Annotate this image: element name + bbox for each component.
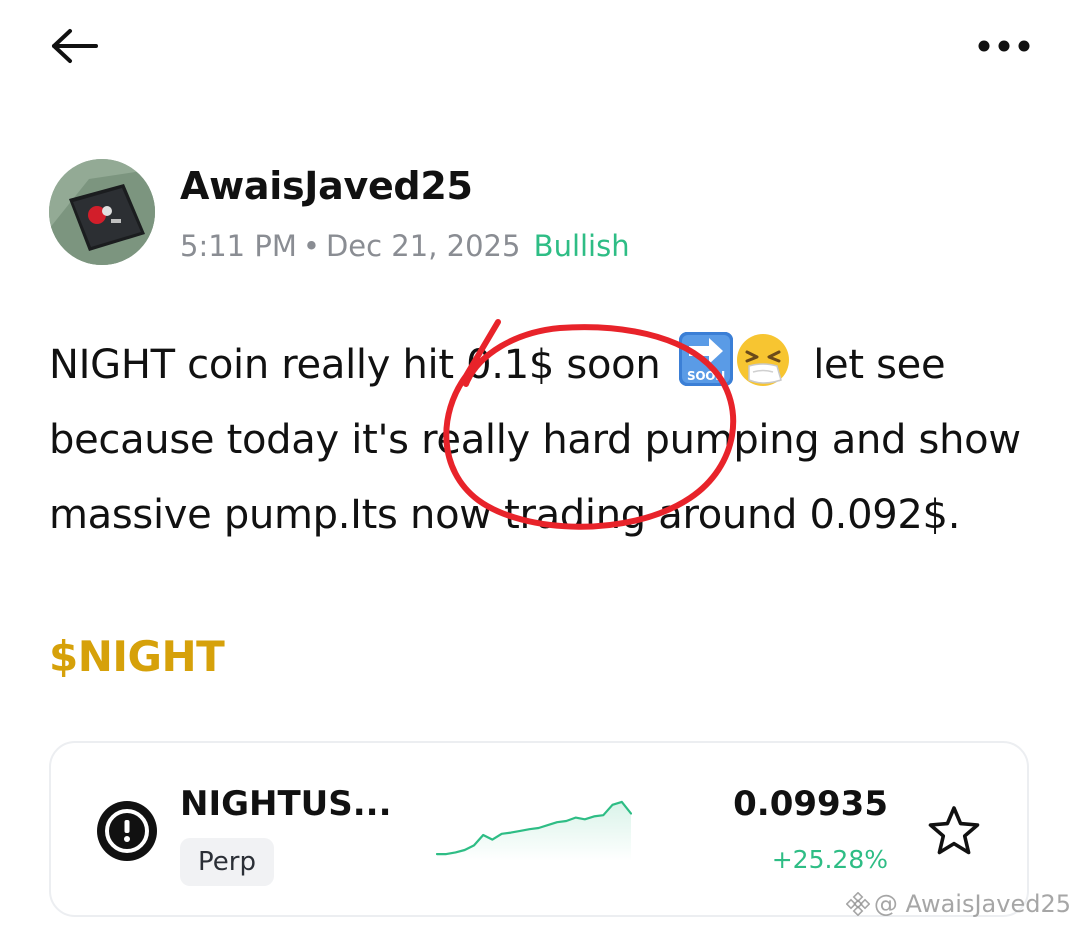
watermark: @ AwaisJaved25 <box>845 890 1071 918</box>
author-name[interactable]: AwaisJaved25 <box>180 164 473 208</box>
ticker-price: 0.09935 <box>733 784 888 824</box>
night-token-icon <box>96 800 158 862</box>
more-horizontal-icon <box>978 40 1030 52</box>
sparkline-area <box>437 801 631 861</box>
post-body: NIGHT coin really hit 0.1$ soon SOON let… <box>49 328 1049 553</box>
star-outline-icon <box>928 806 980 855</box>
soon-arrow-emoji: SOON <box>678 332 733 386</box>
avatar[interactable] <box>49 159 155 265</box>
binance-logo-icon <box>845 891 871 917</box>
sneezing-face-emoji <box>735 332 791 388</box>
arrow-left-icon <box>52 29 98 63</box>
price-change: +25.28% <box>771 845 888 874</box>
post-date: Dec 21, 2025 <box>325 229 521 263</box>
post-text-part1: NIGHT coin really hit 0.1$ soon <box>49 342 673 388</box>
ticker-symbol: NIGHTUS... <box>180 784 392 824</box>
watermark-text: @ AwaisJaved25 <box>873 890 1071 918</box>
svg-text:SOON: SOON <box>687 369 725 383</box>
favorite-button[interactable] <box>926 804 982 858</box>
back-button[interactable] <box>50 26 100 66</box>
sentiment-badge: Bullish <box>533 229 630 263</box>
price-sparkline <box>436 800 632 861</box>
post-meta: 5:11 PM • Dec 21, 2025 Bullish <box>180 229 630 263</box>
meta-separator: • <box>302 229 320 263</box>
more-options-button[interactable] <box>976 30 1032 62</box>
contract-type-badge: Perp <box>180 838 274 886</box>
avatar-image <box>49 159 155 265</box>
cashtag-link[interactable]: $NIGHT <box>49 632 225 681</box>
post-time: 5:11 PM <box>180 229 297 263</box>
